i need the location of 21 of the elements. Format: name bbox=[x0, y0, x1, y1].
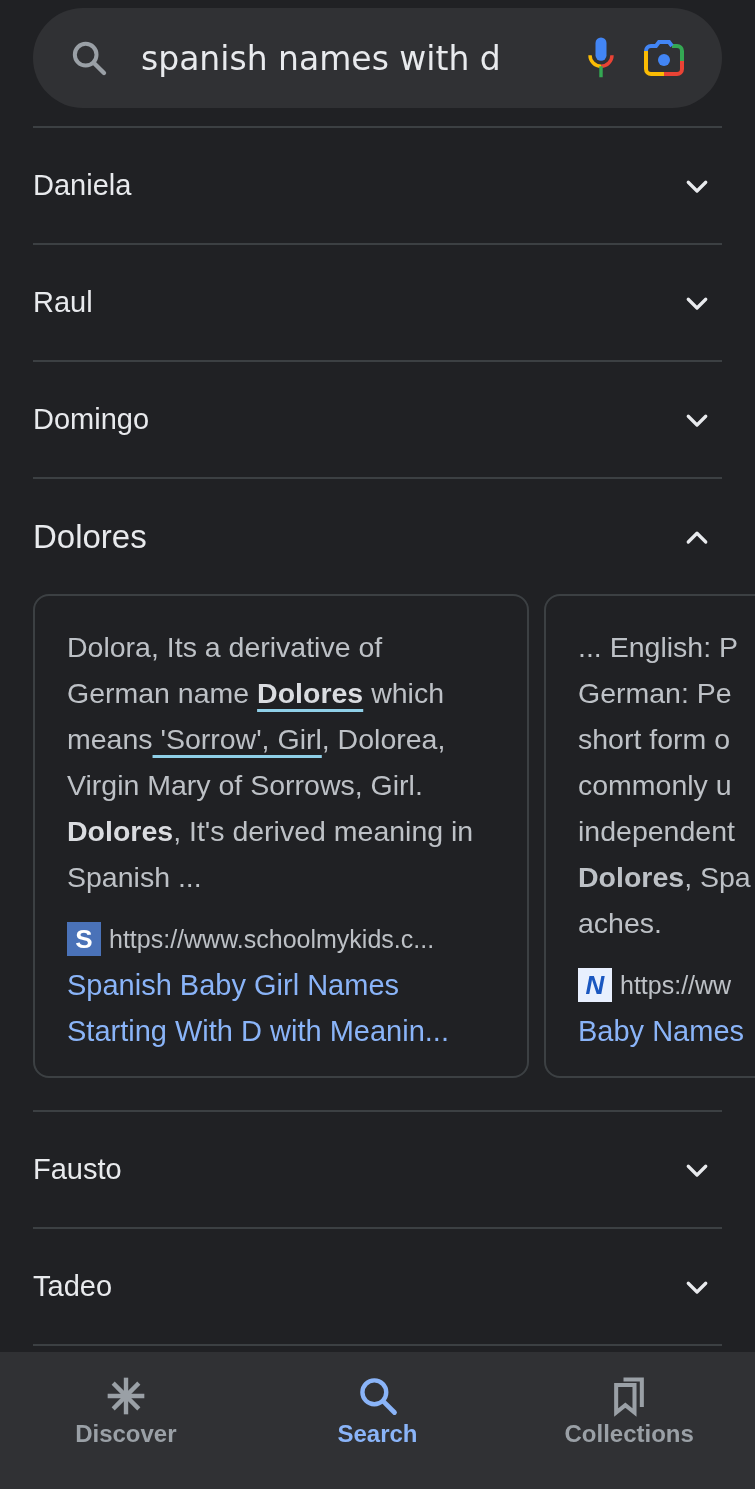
site-favicon: N bbox=[578, 968, 612, 1002]
result-link[interactable]: Spanish Baby Girl Names Starting With D with Meanin... bbox=[67, 962, 495, 1054]
result-card[interactable] bbox=[33, 594, 529, 1078]
source-url: https://ww bbox=[620, 970, 732, 1000]
result-link[interactable]: Baby Names bbox=[578, 1008, 755, 1054]
snippet-text: ... English: P German: Pe short form o commonly u independent Dolores, Spa aches. bbox=[578, 630, 752, 941]
camera-icon[interactable] bbox=[642, 39, 686, 77]
accordion-header[interactable]: Raul bbox=[33, 245, 722, 360]
accordion-header[interactable]: Daniela bbox=[33, 128, 722, 243]
site-favicon: S bbox=[67, 922, 101, 956]
source-url: https://www.schoolmykids.c... bbox=[109, 924, 435, 954]
search-input[interactable]: spanish names with d bbox=[141, 38, 560, 78]
nav-tab[interactable]: Discover bbox=[0, 1352, 252, 1489]
accordion-header[interactable]: Fausto bbox=[33, 1112, 722, 1227]
accordion-header[interactable]: Dolores bbox=[33, 479, 722, 594]
accordion-header[interactable]: Domingo bbox=[33, 362, 722, 477]
nav-tab[interactable]: Collections bbox=[503, 1352, 755, 1489]
accordion-header[interactable]: Tadeo bbox=[33, 1229, 722, 1344]
nav-tab[interactable]: Search bbox=[251, 1352, 504, 1489]
result-card[interactable]: ... English: P German: Pe short form o commonly u independent Dolores, Spa aches. N https://ww Baby Names bbox=[544, 594, 755, 1078]
snippet-text: Dolora, Its a derivative of German name Dolores which means 'Sorrow', Girl, Dolorea, Virgin Mary of Sorrows, Girl. Dolores, It's derived meaning in Spanish ... bbox=[67, 630, 475, 895]
